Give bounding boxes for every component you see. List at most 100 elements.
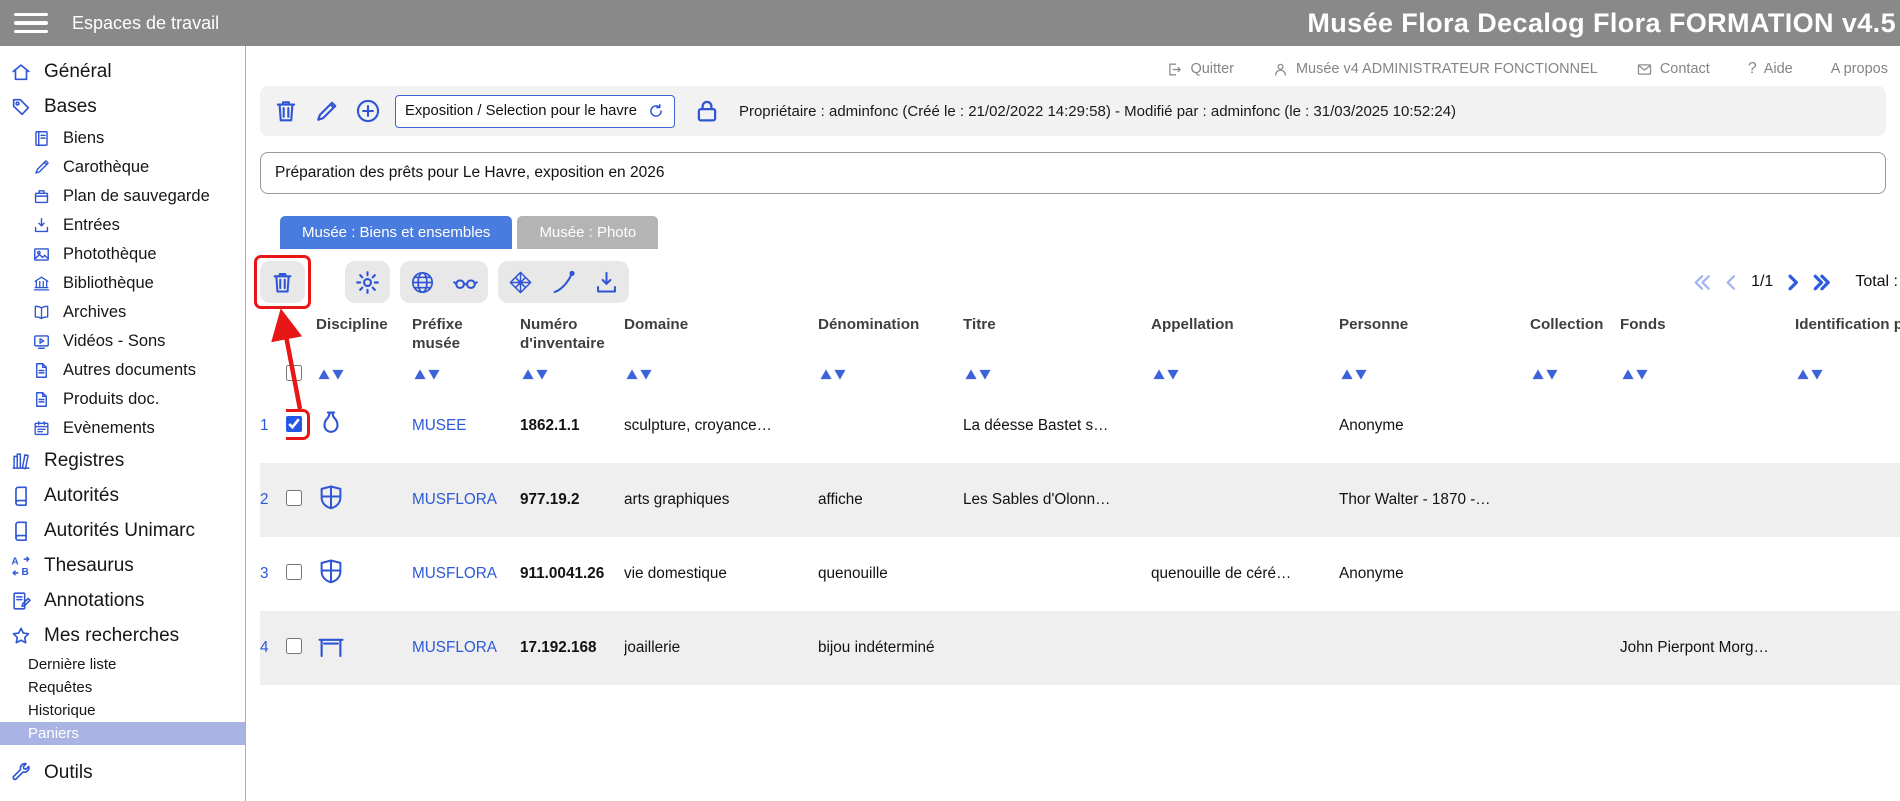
settings-button[interactable] [345, 261, 390, 303]
sort-icon[interactable] [818, 368, 848, 381]
inventory-number: 1862.1.1 [520, 389, 624, 463]
sidebar-item-paniers[interactable]: Paniers [0, 722, 245, 745]
row-checkbox[interactable] [286, 490, 302, 506]
sort-icon[interactable] [1530, 368, 1560, 381]
column-label: Personne [1339, 316, 1408, 333]
table-row[interactable]: 1 MUSEE 1862.1.1 sculpture, croyance… La… [260, 389, 1900, 463]
sidebar-item-thesaurus[interactable]: Thesaurus [0, 548, 245, 583]
prefix-link[interactable]: MUSFLORA [412, 565, 497, 582]
row-number-link[interactable]: 4 [260, 639, 269, 656]
sidebar-item-videos-sons[interactable]: Vidéos - Sons [0, 327, 245, 356]
export-button[interactable] [593, 269, 620, 296]
cell-domaine: arts graphiques [624, 463, 818, 537]
sidebar-item-general[interactable]: Général [0, 54, 245, 89]
row-number-link[interactable]: 3 [260, 565, 269, 582]
document-icon [32, 361, 51, 380]
map-view-button[interactable] [409, 269, 436, 296]
contact-link[interactable]: Contact [1636, 61, 1710, 78]
table-row[interactable]: 2 MUSFLORA 977.19.2 arts graphiques affi… [260, 463, 1900, 537]
column-label: Identification parent [1795, 316, 1900, 333]
select-all-checkbox[interactable] [286, 365, 302, 381]
sidebar-item-derniere-liste[interactable]: Dernière liste [0, 653, 245, 676]
table-row[interactable]: 4 MUSFLORA 17.192.168 joaillerie bijou i… [260, 611, 1900, 685]
double-chevron-right-icon[interactable] [1810, 271, 1833, 294]
sort-icon[interactable] [624, 368, 654, 381]
quit-label: Quitter [1190, 61, 1234, 77]
current-user[interactable]: Musée v4 ADMINISTRATEUR FONCTIONNEL [1272, 61, 1598, 78]
sort-icon[interactable] [316, 368, 346, 381]
delete-basket-button[interactable] [272, 97, 300, 125]
sidebar-item-annotations[interactable]: Annotations [0, 583, 245, 618]
prefix-link[interactable]: MUSFLORA [412, 639, 497, 656]
sidebar-item-autorites-unimarc[interactable]: Autorités Unimarc [0, 513, 245, 548]
trash-icon [272, 97, 300, 125]
trash-icon [269, 269, 296, 296]
col-numero-inventaire: Numéro d'inventaire [520, 313, 624, 389]
sort-icon[interactable] [520, 368, 550, 381]
sidebar-item-phototheque[interactable]: Photothèque [0, 240, 245, 269]
sidebar-item-plan-de-sauvegarde[interactable]: Plan de sauvegarde [0, 182, 245, 211]
chevron-right-icon[interactable] [1781, 271, 1804, 294]
help-link[interactable]: ?Aide [1748, 60, 1793, 78]
user-label: Musée v4 ADMINISTRATEUR FONCTIONNEL [1296, 61, 1598, 77]
prefix-link[interactable]: MUSFLORA [412, 491, 497, 508]
sidebar-item-label: Carothèque [63, 158, 149, 177]
about-link[interactable]: A propos [1831, 61, 1888, 77]
column-label: Discipline [316, 316, 388, 333]
sort-icon[interactable] [963, 368, 993, 381]
delete-selection-button[interactable] [260, 261, 305, 303]
sidebar-item-mes-recherches[interactable]: Mes recherches [0, 618, 245, 653]
sidebar-item-autres-documents[interactable]: Autres documents [0, 356, 245, 385]
prefix-link[interactable]: MUSEE [412, 417, 466, 434]
basket-description-input[interactable] [260, 152, 1886, 194]
sort-icon[interactable] [1339, 368, 1369, 381]
basket-select[interactable]: Exposition / Selection pour le havre [395, 95, 675, 128]
col-titre: Titre [963, 313, 1151, 389]
sidebar-item-produits-doc[interactable]: Produits doc. [0, 385, 245, 414]
sort-icon[interactable] [1620, 368, 1650, 381]
sidebar-item-autorites[interactable]: Autorités [0, 478, 245, 513]
table-row[interactable]: 3 MUSFLORA 911.0041.26 vie domestique qu… [260, 537, 1900, 611]
preview-button[interactable] [452, 269, 479, 296]
edit-basket-button[interactable] [313, 97, 341, 125]
sidebar-item-carotheque[interactable]: Carothèque [0, 153, 245, 182]
sort-icon[interactable] [1151, 368, 1181, 381]
row-checkbox[interactable] [286, 564, 302, 580]
question-mark-icon: ? [1748, 60, 1757, 78]
refresh-icon[interactable] [647, 102, 665, 120]
quit-link[interactable]: Quitter [1166, 61, 1234, 78]
sidebar-item-entrees[interactable]: Entrées [0, 211, 245, 240]
sidebar-item-label: Dernière liste [28, 656, 116, 673]
workspace-label[interactable]: Espaces de travail [72, 13, 219, 34]
hamburger-menu-icon[interactable] [14, 13, 48, 34]
cell-collection [1530, 389, 1620, 463]
sidebar-item-historique[interactable]: Historique [0, 699, 245, 722]
cell-titre: La déesse Bastet s… [963, 389, 1151, 463]
row-number-link[interactable]: 1 [260, 417, 269, 434]
lock-icon[interactable] [692, 96, 722, 126]
chevron-left-icon[interactable] [1720, 271, 1743, 294]
double-chevron-left-icon[interactable] [1691, 271, 1714, 294]
tab-photo[interactable]: Musée : Photo [517, 216, 658, 249]
sidebar-item-archives[interactable]: Archives [0, 298, 245, 327]
shield-icon [316, 557, 346, 587]
sidebar-item-registres[interactable]: Registres [0, 443, 245, 478]
sidebar-item-biens[interactable]: Biens [0, 124, 245, 153]
sort-icon[interactable] [1795, 368, 1825, 381]
tab-biens-et-ensembles[interactable]: Musée : Biens et ensembles [280, 216, 512, 249]
add-basket-button[interactable] [354, 97, 382, 125]
net-button[interactable] [507, 269, 534, 296]
row-number-link[interactable]: 2 [260, 491, 269, 508]
sidebar-item-bases[interactable]: Bases [0, 89, 245, 124]
person-icon [1272, 61, 1289, 78]
sidebar-item-requetes[interactable]: Requêtes [0, 676, 245, 699]
sidebar-item-evenements[interactable]: Evènements [0, 414, 245, 443]
row-checkbox[interactable] [286, 416, 302, 432]
sort-icon[interactable] [412, 368, 442, 381]
sidebar-item-outils[interactable]: Outils [0, 755, 245, 790]
fetch-button[interactable] [550, 269, 577, 296]
row-checkbox[interactable] [286, 638, 302, 654]
cell-appellation [1151, 611, 1339, 685]
sidebar-item-bibliotheque[interactable]: Bibliothèque [0, 269, 245, 298]
cell-fonds [1620, 389, 1795, 463]
